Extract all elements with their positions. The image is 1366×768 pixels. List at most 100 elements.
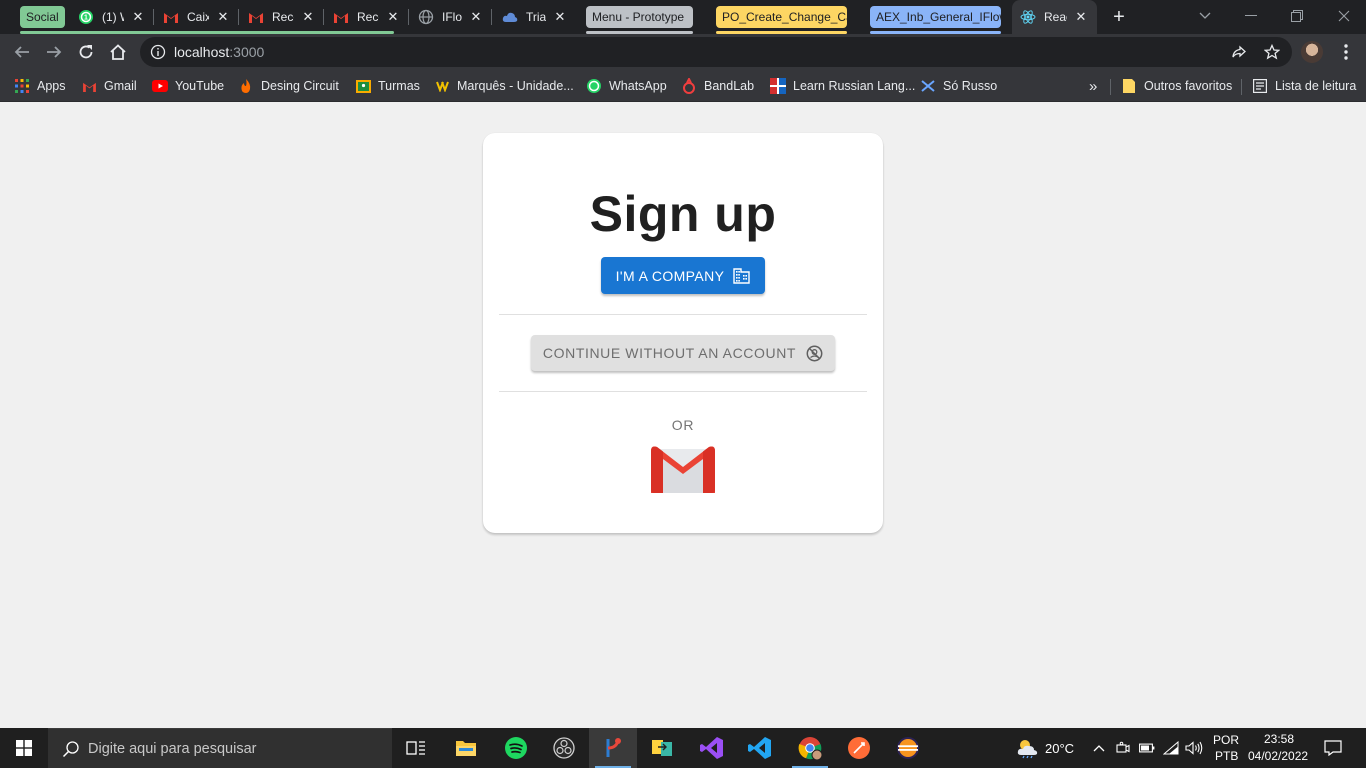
new-tab-button[interactable]: +: [1109, 7, 1129, 27]
bookmark-learn-russian[interactable]: Learn Russian Lang...: [770, 76, 915, 96]
taskbar-vscode[interactable]: [736, 728, 784, 768]
tab-gmail-rece-2[interactable]: Rece ✕: [325, 0, 409, 34]
close-icon[interactable]: ✕: [130, 9, 146, 25]
taskbar-sourcetree[interactable]: [589, 728, 637, 768]
bookmark-label: Só Russo: [943, 79, 998, 93]
gmail-icon: [333, 9, 349, 25]
home-button[interactable]: [104, 38, 132, 66]
obs-icon: [553, 737, 575, 759]
bookmarks-overflow-label: »: [1089, 77, 1098, 95]
battery-button[interactable]: [1138, 739, 1156, 757]
bookmark-apps[interactable]: Apps: [14, 76, 66, 96]
continue-without-account-button[interactable]: CONTINUE WITHOUT AN ACCOUNT: [531, 335, 835, 371]
gmail-icon: [248, 9, 264, 25]
visual-studio-icon: [700, 737, 723, 759]
postman-icon: [848, 737, 870, 759]
task-view-icon: [406, 741, 425, 755]
taskbar-diff-tool[interactable]: [638, 728, 686, 768]
bookmark-marques[interactable]: Marquês - Unidade...: [434, 76, 574, 96]
close-icon[interactable]: ✕: [468, 9, 484, 25]
bookmark-label: Learn Russian Lang...: [793, 79, 916, 93]
bookmark-turmas[interactable]: Turmas: [355, 76, 420, 96]
bookmark-bandlab[interactable]: BandLab: [681, 76, 754, 96]
input-language-line1[interactable]: POR: [1213, 733, 1239, 747]
bookmark-gmail[interactable]: Gmail: [81, 76, 137, 96]
close-icon[interactable]: ✕: [552, 9, 568, 25]
network-button[interactable]: [1162, 739, 1180, 757]
clock-time[interactable]: 23:58: [1264, 732, 1294, 746]
tab-group-menu-prototype[interactable]: Menu - Prototype: [586, 6, 693, 28]
weather-temperature[interactable]: 20°C: [1045, 741, 1074, 756]
minimize-button[interactable]: [1239, 5, 1263, 27]
taskbar-postman[interactable]: [835, 728, 883, 768]
tab-group-aex-inb[interactable]: AEX_Inb_General_IFlow: [870, 6, 1001, 28]
tab-react-active[interactable]: Reac ✕: [1012, 0, 1097, 34]
tab-group-social[interactable]: Social: [20, 6, 65, 28]
notification-icon: [1324, 740, 1342, 756]
bookmark-folder-outros[interactable]: Outros favoritos: [1121, 76, 1232, 96]
meet-now-button[interactable]: [1114, 739, 1132, 757]
tab-gmail-caixa[interactable]: Caixa ✕: [155, 0, 239, 34]
address-bar[interactable]: localhost:3000: [140, 37, 1292, 67]
tray-overflow-button[interactable]: [1090, 739, 1108, 757]
taskbar-obs[interactable]: [540, 728, 588, 768]
company-signup-button[interactable]: I'M A COMPANY: [601, 257, 765, 294]
bookmark-label: Marquês - Unidade...: [457, 79, 574, 93]
more-vert-icon[interactable]: [1338, 42, 1354, 62]
folder-icon: [1121, 78, 1137, 94]
taskbar-visual-studio[interactable]: [688, 728, 736, 768]
taskbar-chrome[interactable]: [786, 728, 834, 768]
business-icon: [733, 268, 751, 284]
input-language-line2[interactable]: PTB: [1215, 749, 1238, 763]
tab-trial[interactable]: Trial ✕: [494, 0, 576, 34]
profile-avatar[interactable]: [1301, 41, 1323, 63]
task-view-button[interactable]: [392, 728, 440, 768]
folder-icon: [456, 741, 476, 756]
chevron-down-icon: [1199, 12, 1211, 19]
bookmark-youtube[interactable]: YouTube: [152, 76, 224, 96]
taskbar-eclipse[interactable]: [884, 728, 932, 768]
reload-button[interactable]: [72, 38, 100, 66]
search-placeholder: Digite aqui para pesquisar: [88, 740, 257, 757]
tab-search-button[interactable]: [1193, 5, 1217, 27]
taskbar-file-explorer[interactable]: [442, 728, 490, 768]
back-button[interactable]: [8, 38, 36, 66]
gmail-signin-button[interactable]: [651, 445, 715, 493]
tab-whatsapp[interactable]: 1 (1) W ✕: [70, 0, 154, 34]
star-icon[interactable]: [1264, 44, 1280, 60]
whatsapp-icon: [586, 78, 602, 94]
share-icon[interactable]: [1231, 44, 1247, 60]
tab-group-po-create[interactable]: PO_Create_Change_Ca: [716, 6, 847, 28]
taskbar-search-box[interactable]: Digite aqui para pesquisar: [48, 728, 392, 768]
bookmark-whatsapp[interactable]: WhatsApp: [586, 76, 667, 96]
restore-button[interactable]: [1285, 5, 1309, 27]
tab-gmail-rece-1[interactable]: Rece ✕: [240, 0, 324, 34]
bookmark-label: BandLab: [704, 79, 755, 93]
bookmark-label: Outros favoritos: [1144, 79, 1233, 93]
gmail-icon: [163, 9, 179, 25]
clock-date[interactable]: 04/02/2022: [1248, 749, 1308, 763]
tab-iflow[interactable]: IFlow ✕: [410, 0, 492, 34]
notifications-button[interactable]: [1324, 739, 1342, 757]
minimize-icon: [1245, 15, 1257, 16]
bookmark-so-russo[interactable]: Só Russo: [920, 76, 997, 96]
weather-icon[interactable]: [1015, 737, 1039, 759]
taskbar-spotify[interactable]: [492, 728, 540, 768]
volume-button[interactable]: [1185, 739, 1203, 757]
bookmark-desing-circuit[interactable]: Desing Circuit: [238, 76, 339, 96]
reading-list-button[interactable]: Lista de leitura: [1252, 76, 1356, 96]
tab-group-label: Menu - Prototype: [592, 10, 685, 24]
close-icon[interactable]: ✕: [1073, 9, 1089, 25]
bookmark-label: YouTube: [175, 79, 225, 93]
forward-button[interactable]: [40, 38, 68, 66]
start-button[interactable]: [0, 728, 48, 768]
close-icon[interactable]: ✕: [300, 9, 316, 25]
window-close-button[interactable]: [1332, 5, 1356, 27]
close-icon[interactable]: ✕: [215, 9, 231, 25]
arrow-left-icon: [14, 46, 29, 58]
react-icon: [1020, 9, 1036, 25]
home-icon: [110, 44, 126, 60]
close-icon[interactable]: ✕: [385, 9, 401, 25]
bookmarks-overflow-button[interactable]: »: [1089, 76, 1097, 96]
info-icon[interactable]: [150, 44, 166, 60]
